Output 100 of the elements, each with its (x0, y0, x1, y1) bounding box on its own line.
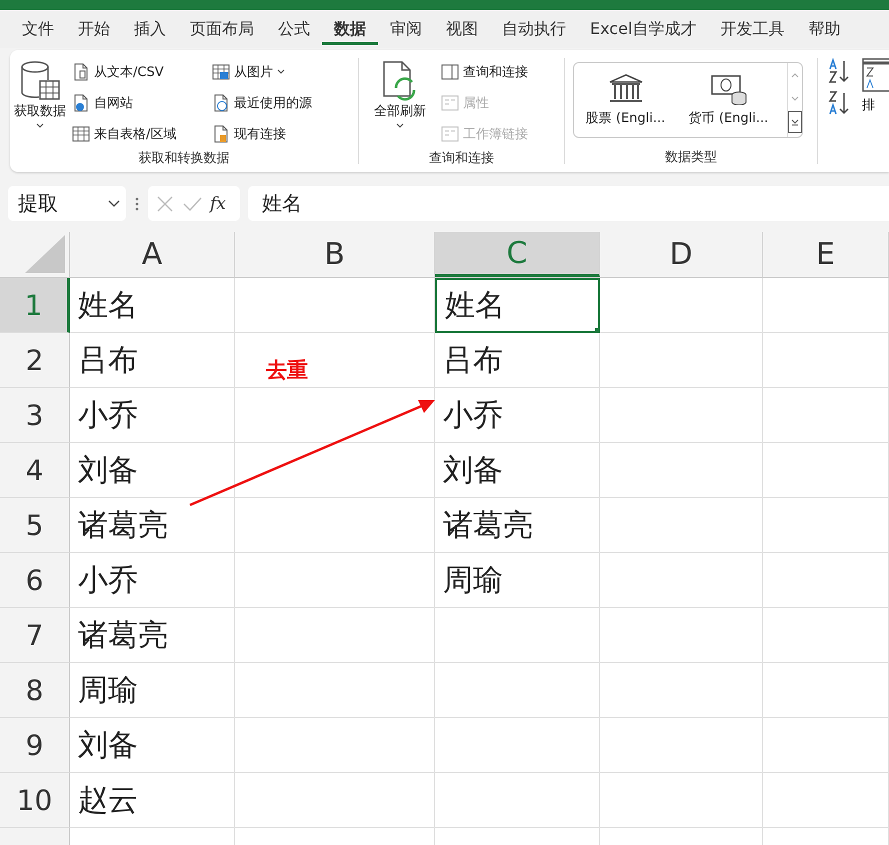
table-cell[interactable]: 赵云 (70, 773, 235, 828)
row-header[interactable]: 5 (0, 498, 70, 553)
row-header[interactable]: 6 (0, 553, 70, 608)
row-header[interactable]: 7 (0, 608, 70, 663)
table-cell[interactable] (600, 443, 763, 498)
table-cell[interactable] (235, 553, 435, 608)
ribbon-tab[interactable]: 视图 (434, 10, 490, 48)
column-header[interactable]: E (763, 232, 889, 277)
data-type-button[interactable]: 货币 (Engli... (677, 73, 780, 127)
table-cell[interactable] (235, 333, 435, 388)
table-cell[interactable] (235, 663, 435, 718)
column-header[interactable]: A (70, 232, 235, 277)
ribbon-tab[interactable]: 数据 (322, 13, 378, 45)
expand-gallery-icon[interactable] (788, 111, 802, 133)
table-cell[interactable] (600, 718, 763, 773)
table-cell[interactable] (763, 278, 889, 333)
ribbon-button[interactable]: 从文本/CSV (70, 56, 210, 87)
table-cell[interactable]: 小乔 (70, 388, 235, 443)
caret-icon (108, 200, 120, 207)
cancel-icon[interactable] (156, 194, 174, 212)
ribbon-tab[interactable]: 开始 (66, 10, 122, 48)
table-cell[interactable] (600, 498, 763, 553)
link-file-icon (441, 124, 459, 142)
table-cell[interactable] (435, 718, 600, 773)
table-cell[interactable] (235, 608, 435, 663)
database-icon (19, 60, 61, 102)
ribbon-button[interactable]: 从图片 (210, 56, 350, 87)
table-cell[interactable] (600, 663, 763, 718)
table-cell[interactable] (235, 443, 435, 498)
table-cell[interactable] (763, 498, 889, 553)
table-cell[interactable] (600, 553, 763, 608)
table-cell[interactable]: 小乔 (435, 388, 600, 443)
ribbon-tab[interactable]: 自动执行 (490, 10, 578, 48)
ribbon-button[interactable]: 来自表格/区域 (70, 118, 210, 149)
table-cell[interactable]: 周瑜 (70, 663, 235, 718)
table-cell[interactable] (600, 773, 763, 828)
table-cell[interactable]: 吕布 (435, 333, 600, 388)
sort-button[interactable]: 排 (862, 58, 884, 172)
row-header[interactable]: 4 (0, 443, 70, 498)
get-data-button[interactable]: 获取数据 (10, 56, 70, 149)
table-cell[interactable] (763, 553, 889, 608)
table-cell[interactable]: 姓名 (70, 278, 235, 333)
name-box[interactable]: 提取 (8, 186, 126, 221)
row-header[interactable]: 1 (0, 278, 70, 333)
row-header[interactable]: 9 (0, 718, 70, 773)
ribbon-tab[interactable]: 公式 (266, 10, 322, 48)
table-cell[interactable] (763, 388, 889, 443)
ribbon-button[interactable]: 查询和连接 (439, 56, 530, 87)
image-table-icon (212, 62, 230, 80)
table-cell[interactable]: 刘备 (70, 443, 235, 498)
table-cell[interactable] (600, 388, 763, 443)
formula-field[interactable]: 姓名 (248, 186, 889, 221)
table-cell[interactable] (600, 278, 763, 333)
ribbon-tab[interactable]: 文件 (10, 10, 66, 48)
ribbon-tab[interactable]: 开发工具 (708, 10, 796, 48)
table-cell[interactable] (235, 498, 435, 553)
table-cell[interactable]: 诸葛亮 (70, 608, 235, 663)
table-cell[interactable] (763, 663, 889, 718)
table-cell[interactable] (235, 773, 435, 828)
ribbon-button[interactable]: 最近使用的源 (210, 87, 350, 118)
refresh-all-button[interactable]: 全部刷新 (359, 56, 435, 149)
group-title: 获取和转换数据 (138, 150, 230, 168)
row-header[interactable]: 3 (0, 388, 70, 443)
table-cell[interactable]: 周瑜 (435, 553, 600, 608)
table-cell[interactable] (763, 443, 889, 498)
row-header[interactable]: 8 (0, 663, 70, 718)
table-cell[interactable] (435, 663, 600, 718)
row-header[interactable]: 10 (0, 773, 70, 828)
table-cell[interactable] (235, 278, 435, 333)
insert-function-button[interactable]: fx (210, 194, 226, 214)
properties-icon (441, 94, 459, 112)
table-cell[interactable] (435, 608, 600, 663)
ribbon-button[interactable]: 现有连接 (210, 118, 350, 149)
active-cell[interactable]: 姓名 (435, 278, 600, 333)
table-cell[interactable]: 吕布 (70, 333, 235, 388)
drag-handle-icon[interactable] (134, 196, 140, 212)
table-cell[interactable] (763, 773, 889, 828)
table-cell[interactable]: 诸葛亮 (435, 498, 600, 553)
table-cell[interactable] (600, 333, 763, 388)
ribbon-tab[interactable]: 页面布局 (178, 10, 266, 48)
table-cell[interactable]: 小乔 (70, 553, 235, 608)
table-cell[interactable] (235, 718, 435, 773)
table-cell[interactable] (763, 333, 889, 388)
table-cell[interactable] (763, 718, 889, 773)
table-cell[interactable] (600, 608, 763, 663)
row-header[interactable]: 2 (0, 333, 70, 388)
ribbon-tab[interactable]: 审阅 (378, 10, 434, 48)
column-header[interactable]: C (435, 232, 600, 277)
table-cell[interactable]: 诸葛亮 (70, 498, 235, 553)
table-cell[interactable] (435, 773, 600, 828)
table-cell[interactable] (763, 608, 889, 663)
data-type-button[interactable]: 股票 (Engli... (574, 73, 677, 127)
table-cell[interactable]: 刘备 (70, 718, 235, 773)
ribbon-tab[interactable]: 插入 (122, 10, 178, 48)
ribbon-button[interactable]: 自网站 (70, 87, 210, 118)
bank-icon (608, 73, 644, 105)
ribbon-tab[interactable]: 帮助 (796, 10, 852, 48)
ribbon-tab[interactable]: Excel自学成才 (578, 10, 708, 48)
column-header[interactable]: D (600, 232, 763, 277)
table-cell[interactable]: 刘备 (435, 443, 600, 498)
